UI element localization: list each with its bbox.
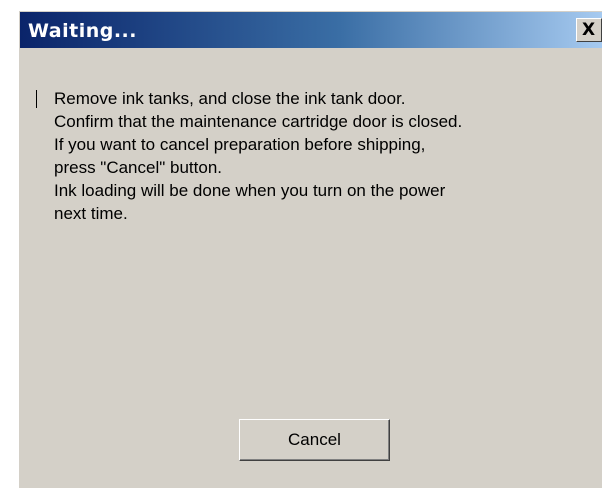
close-icon: X [582, 20, 596, 40]
message-line: Remove ink tanks, and close the ink tank… [54, 89, 406, 108]
message-line: next time. [54, 204, 128, 223]
message-line: Confirm that the maintenance cartridge d… [54, 112, 463, 131]
title-bar[interactable]: Waiting... X [20, 12, 602, 48]
cancel-button[interactable]: Cancel [239, 419, 390, 461]
message-line: press "Cancel" button. [54, 158, 222, 177]
message-text: Remove ink tanks, and close the ink tank… [54, 87, 574, 225]
window-title: Waiting... [28, 20, 137, 42]
text-cursor [36, 90, 37, 108]
close-button[interactable]: X [576, 18, 602, 42]
dialog-window: Waiting... X Remove ink tanks, and close… [18, 10, 602, 488]
message-line: Ink loading will be done when you turn o… [54, 181, 446, 200]
message-line: If you want to cancel preparation before… [54, 135, 426, 154]
